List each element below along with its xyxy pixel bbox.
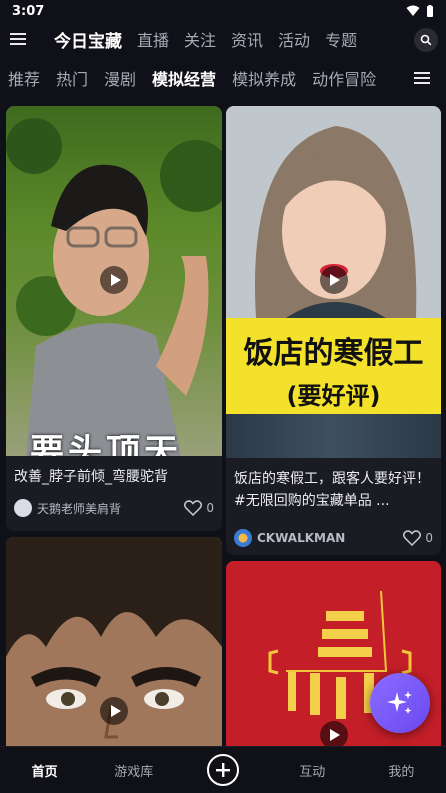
sparkle-fab-button[interactable] xyxy=(370,673,430,733)
category-recommend[interactable]: 推荐 xyxy=(8,66,40,90)
author-name[interactable]: CKWALKMAN xyxy=(257,531,403,545)
status-time: 3:07 xyxy=(12,3,45,19)
search-button[interactable] xyxy=(414,28,438,52)
video-card[interactable] xyxy=(6,537,222,746)
category-list: 推荐 热门 漫剧 模拟经营 模拟养成 动作冒险 xyxy=(0,66,376,90)
menu-icon[interactable] xyxy=(0,22,36,56)
avatar[interactable] xyxy=(234,529,252,547)
tab-news[interactable]: 资讯 xyxy=(231,27,263,51)
bottom-nav: 首页 游戏库 互动 我的 xyxy=(0,746,446,793)
tab-today-treasure[interactable]: 今日宝藏 xyxy=(54,27,122,52)
like-button[interactable]: 0 xyxy=(403,530,433,546)
card-meta: CKWALKMAN 0 xyxy=(226,526,441,550)
status-icons xyxy=(406,4,434,18)
video-thumbnail[interactable]: 饭店的寒假工 (要好评) xyxy=(226,106,441,458)
author-name[interactable]: 天鹅老师美肩背 xyxy=(37,500,184,517)
app-screen: 3:07 今日宝藏 直播 关注 资讯 活动 专题 推荐 热门 漫剧 模拟经营 模… xyxy=(0,0,446,793)
avatar[interactable] xyxy=(14,499,32,517)
video-feed: 要头顶天 改善_脖子前倾_弯腰驼背 天鹅老师美肩背 0 饭店的寒假工 (要好评)… xyxy=(0,100,446,746)
category-simulation-raising[interactable]: 模拟养成 xyxy=(232,66,296,90)
tab-events[interactable]: 活动 xyxy=(278,27,310,51)
create-button[interactable] xyxy=(178,754,267,786)
play-icon[interactable] xyxy=(100,266,128,294)
top-nav: 今日宝藏 直播 关注 资讯 活动 专题 xyxy=(0,22,446,56)
video-card[interactable]: 要头顶天 改善_脖子前倾_弯腰驼背 天鹅老师美肩背 0 xyxy=(6,106,222,531)
top-tabs: 今日宝藏 直播 关注 资讯 活动 专题 xyxy=(54,27,357,52)
bottom-nav-game-library[interactable]: 游戏库 xyxy=(89,761,178,780)
thumbnail-banner: 饭店的寒假工 (要好评) xyxy=(226,318,441,414)
thumbnail-banner-text: 饭店的寒假工 xyxy=(243,336,424,371)
category-tabs: 推荐 热门 漫剧 模拟经营 模拟养成 动作冒险 xyxy=(0,62,446,94)
category-action-adventure[interactable]: 动作冒险 xyxy=(312,66,376,90)
search-icon xyxy=(420,34,432,46)
bottom-nav-home[interactable]: 首页 xyxy=(0,761,89,780)
play-icon[interactable] xyxy=(319,266,348,294)
like-button[interactable]: 0 xyxy=(184,500,214,516)
like-count: 0 xyxy=(425,531,433,545)
tab-live[interactable]: 直播 xyxy=(137,27,169,51)
category-simulation-business[interactable]: 模拟经营 xyxy=(152,66,216,90)
play-icon[interactable] xyxy=(319,721,348,746)
plus-icon xyxy=(207,754,239,786)
video-caption: 饭店的寒假工，跟客人要好评！#无限回购的宝藏单品 ... xyxy=(234,471,430,509)
thumbnail-overlay-text: 要头顶天 xyxy=(30,432,182,456)
video-thumbnail[interactable]: 要头顶天 xyxy=(6,106,222,456)
status-bar: 3:07 xyxy=(0,0,446,22)
heart-icon xyxy=(403,530,422,546)
thumbnail-banner-subtext: (要好评) xyxy=(286,382,381,410)
heart-icon xyxy=(184,500,203,516)
bottom-nav-interact[interactable]: 互动 xyxy=(268,761,357,780)
sparkle-icon xyxy=(387,691,412,714)
category-menu-icon[interactable] xyxy=(410,66,434,90)
video-caption: 改善_脖子前倾_弯腰驼背 xyxy=(14,469,168,485)
bottom-nav-me[interactable]: 我的 xyxy=(357,761,446,780)
category-comic-drama[interactable]: 漫剧 xyxy=(104,66,136,90)
battery-icon xyxy=(427,4,433,17)
thumbnail-lower xyxy=(226,414,441,458)
tab-topics[interactable]: 专题 xyxy=(325,27,357,51)
play-icon[interactable] xyxy=(100,697,128,725)
video-thumbnail[interactable] xyxy=(6,537,222,746)
wifi-icon xyxy=(406,5,420,16)
card-meta: 天鹅老师美肩背 0 xyxy=(6,496,222,520)
category-hot[interactable]: 热门 xyxy=(56,66,88,90)
tab-following[interactable]: 关注 xyxy=(184,27,216,51)
video-card[interactable]: 饭店的寒假工 (要好评) 饭店的寒假工，跟客人要好评！#无限回购的宝藏单品 ..… xyxy=(226,106,441,555)
like-count: 0 xyxy=(206,501,214,515)
